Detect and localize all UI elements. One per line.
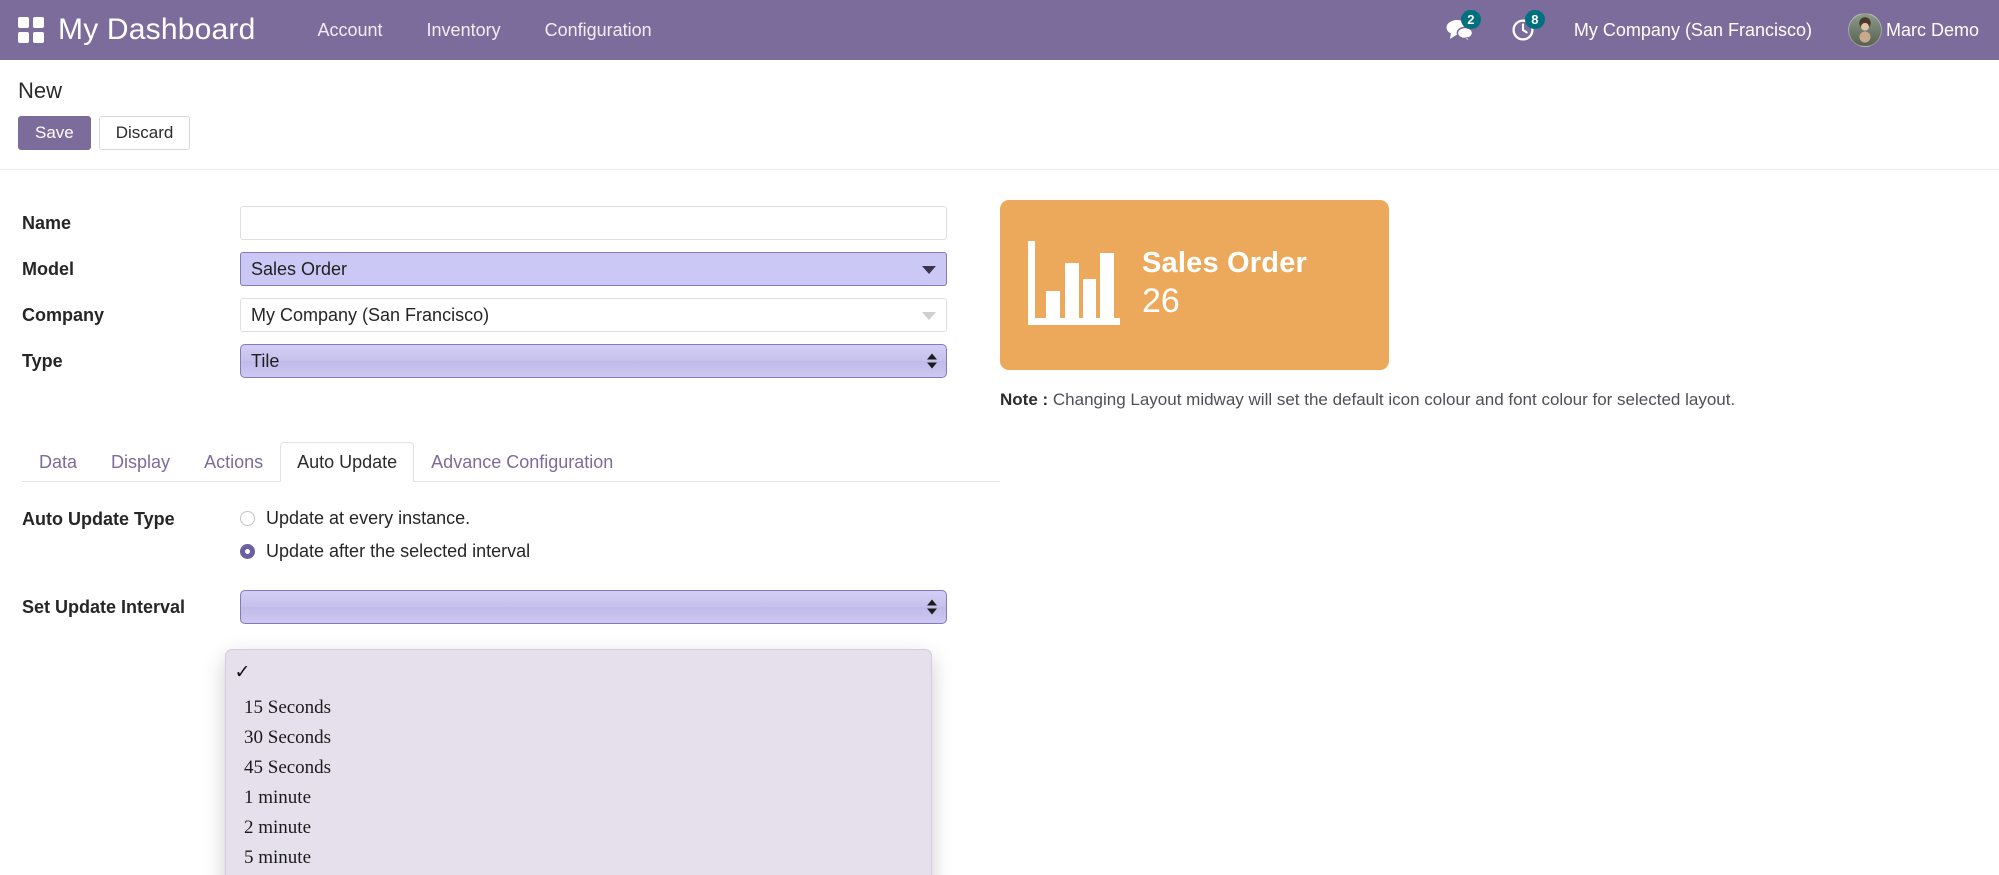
tab-panel-auto-update: Auto Update Type Update at every instanc…: [22, 482, 1000, 624]
interval-dropdown-popup[interactable]: ✓ 15 Seconds 30 Seconds 45 Seconds 1 min…: [225, 649, 932, 875]
apps-grid-icon[interactable]: [18, 17, 44, 43]
company-switcher[interactable]: My Company (San Francisco): [1574, 20, 1812, 41]
control-panel-buttons: Save Discard: [0, 104, 1999, 150]
user-menu[interactable]: Marc Demo: [1847, 13, 1979, 47]
nav-menu-inventory[interactable]: Inventory: [405, 0, 523, 60]
messages-count-badge: 2: [1460, 10, 1481, 29]
dropdown-option-label: 5 minute: [244, 847, 312, 868]
field-control-type: Tile: [240, 344, 947, 378]
notebook: Data Display Actions Auto Update Advance…: [0, 442, 1000, 624]
field-row-type: Type Tile: [22, 338, 1000, 384]
activities-menu[interactable]: 8: [1510, 10, 1545, 45]
apps-grid-square: [33, 32, 44, 43]
auto-update-type-row: Auto Update Type Update at every instanc…: [22, 508, 1000, 562]
radio-indicator: [240, 511, 255, 526]
chevron-down-icon: [922, 312, 936, 320]
tile-count: 26: [1142, 282, 1180, 321]
save-button[interactable]: Save: [18, 116, 91, 150]
radio-update-every-instance[interactable]: Update at every instance.: [240, 508, 530, 529]
name-input[interactable]: [240, 206, 947, 240]
type-select[interactable]: Tile: [240, 344, 947, 378]
nav-menu-account[interactable]: Account: [296, 0, 405, 60]
form-body: Name Model Sales Order Company My Compan…: [0, 170, 1999, 410]
tab-advance-configuration[interactable]: Advance Configuration: [414, 442, 630, 482]
field-control-company: My Company (San Francisco): [240, 298, 947, 332]
label-auto-update-type: Auto Update Type: [22, 509, 175, 529]
radio-update-after-interval[interactable]: Update after the selected interval: [240, 541, 530, 562]
interval-select[interactable]: [240, 590, 947, 624]
dropdown-option-45-seconds[interactable]: 45 Seconds: [226, 753, 931, 783]
tab-auto-update[interactable]: Auto Update: [280, 442, 415, 482]
label-model: Model: [22, 258, 74, 279]
radio-indicator-selected: [240, 544, 255, 559]
dropdown-option-label: 2 minute: [244, 817, 312, 838]
tab-data[interactable]: Data: [22, 442, 94, 482]
label-name: Name: [22, 212, 72, 233]
user-menu-label: Marc Demo: [1885, 19, 1979, 40]
interval-select-wrap: [240, 590, 947, 624]
form-left-column: Name Model Sales Order Company My Compan…: [0, 200, 1000, 410]
form-sheet: New Save Discard Name Model Sales Order: [0, 60, 1999, 875]
dropdown-option-30-seconds[interactable]: 30 Seconds: [226, 723, 931, 753]
tab-strip: Data Display Actions Auto Update Advance…: [22, 442, 1000, 482]
apps-grid-square: [33, 17, 44, 28]
app-brand-title[interactable]: My Dashboard: [58, 13, 256, 47]
tile-texts: Sales Order 26: [1142, 247, 1307, 323]
dropdown-option-15-seconds[interactable]: 15 Seconds: [226, 693, 931, 723]
dropdown-option-label: 30 Seconds: [244, 727, 332, 748]
label-company: Company: [22, 304, 105, 325]
company-select[interactable]: My Company (San Francisco): [240, 298, 947, 332]
dropdown-option-label: 1 minute: [244, 787, 312, 808]
tile-layout-note: Note : Changing Layout midway will set t…: [1000, 390, 1999, 410]
form-right-column: Sales Order 26 Note : Changing Layout mi…: [1000, 200, 1999, 410]
user-avatar: [1847, 13, 1882, 47]
label-type: Type: [22, 350, 63, 371]
dropdown-option-label: 45 Seconds: [244, 757, 332, 778]
navbar-right-group: 2 8 My Company (San Francisco) Marc Demo: [1446, 10, 1999, 47]
chevron-down-icon: [922, 266, 936, 274]
model-select[interactable]: Sales Order: [240, 252, 947, 286]
tab-actions[interactable]: Actions: [187, 442, 280, 482]
label-set-update-interval: Set Update Interval: [22, 596, 186, 617]
type-select-value: Tile: [251, 350, 280, 371]
apps-grid-square: [18, 17, 29, 28]
set-update-interval-row: Set Update Interval: [22, 590, 1000, 624]
tile-note-text: Changing Layout midway will set the defa…: [1048, 390, 1736, 409]
apps-grid-square: [18, 32, 29, 43]
discard-button[interactable]: Discard: [98, 116, 191, 150]
tile-note-prefix: Note :: [1000, 390, 1049, 409]
activities-count-badge: 8: [1524, 10, 1545, 29]
field-row-model: Model Sales Order: [22, 246, 1000, 292]
tab-display[interactable]: Display: [94, 442, 187, 482]
select-stepper-arrows-icon: [927, 353, 937, 369]
breadcrumb: New: [18, 78, 63, 103]
top-navbar: My Dashboard Account Inventory Configura…: [0, 0, 1999, 60]
field-control-model: Sales Order: [240, 252, 947, 286]
field-row-company: Company My Company (San Francisco): [22, 292, 1000, 338]
tile-preview-card[interactable]: Sales Order 26: [1000, 200, 1389, 370]
tile-title: Sales Order: [1142, 247, 1308, 280]
auto-update-type-options: Update at every instance. Update after t…: [240, 508, 530, 562]
dropdown-option-label: 15 Seconds: [244, 697, 332, 718]
tile-preview-area: Sales Order 26 Note : Changing Layout mi…: [1000, 200, 1999, 410]
check-icon: ✓: [234, 661, 251, 683]
radio-label: Update at every instance.: [266, 508, 471, 528]
radio-label: Update after the selected interval: [266, 541, 531, 561]
nav-menu-configuration[interactable]: Configuration: [523, 0, 674, 60]
dropdown-option-2-minute[interactable]: 2 minute: [226, 813, 931, 843]
bar-chart-icon: [1028, 240, 1120, 330]
select-stepper-arrows-icon: [927, 599, 937, 615]
company-select-value: My Company (San Francisco): [251, 304, 490, 325]
messages-menu[interactable]: 2: [1446, 10, 1481, 45]
field-control-name: [240, 206, 947, 240]
model-select-value: Sales Order: [251, 258, 348, 279]
dropdown-option-5-minute[interactable]: 5 minute: [226, 843, 931, 873]
dropdown-option-empty[interactable]: ✓: [226, 657, 931, 687]
field-row-name: Name: [22, 200, 1000, 246]
dropdown-option-1-minute[interactable]: 1 minute: [226, 783, 931, 813]
